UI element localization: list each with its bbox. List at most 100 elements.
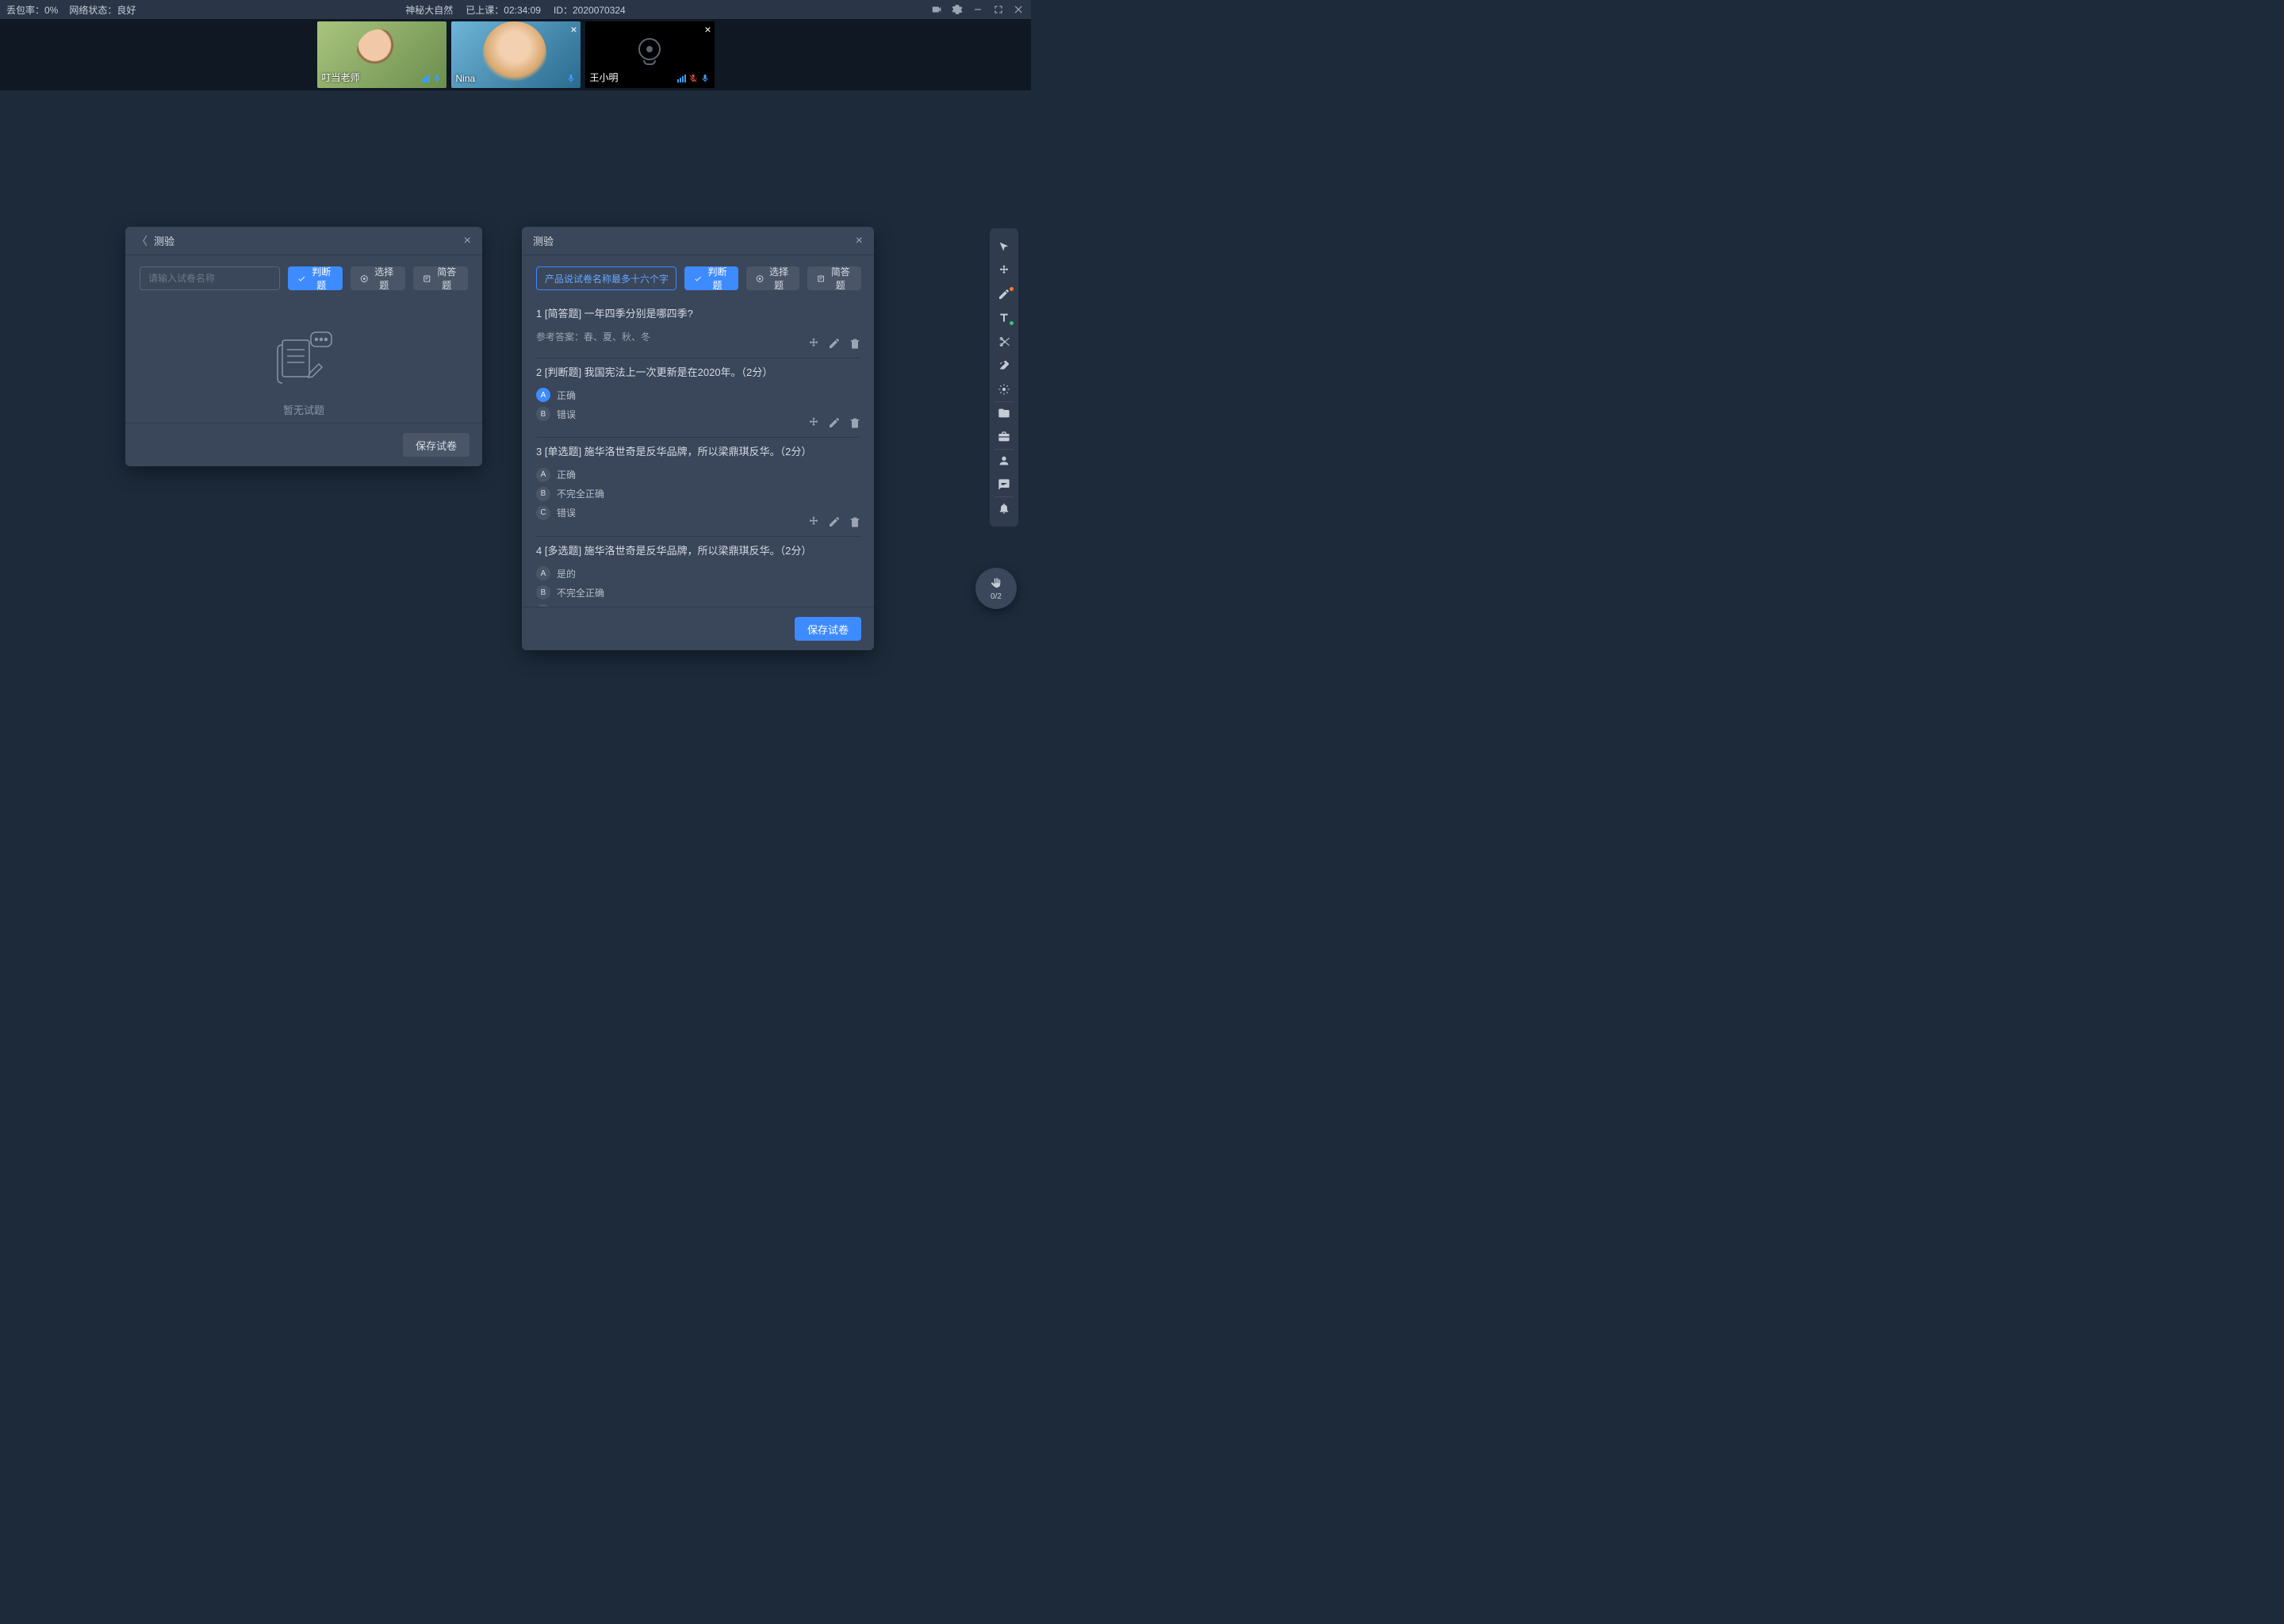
question-header: 2 [判断题] 我国宪法上一次更新是在2020年。（2分）: [536, 365, 861, 381]
panel-close-icon[interactable]: ×: [856, 234, 863, 248]
option-letter: A: [536, 388, 550, 402]
answer-option[interactable]: B 不完全正确: [536, 585, 861, 599]
video-strip: 叮当老师 × Nina × 王小明: [0, 19, 1031, 90]
signal-icon: [677, 75, 686, 82]
course-title: 神秘大自然: [405, 3, 453, 17]
cursor-tool[interactable]: [990, 235, 1018, 259]
option-text: 不完全正确: [557, 487, 604, 500]
minimize-icon[interactable]: [972, 4, 983, 15]
quiz-name-input[interactable]: [536, 266, 676, 290]
camera-toggle-icon[interactable]: [931, 4, 942, 15]
quiz-name-input[interactable]: [140, 266, 280, 290]
option-letter: C: [536, 604, 550, 607]
laser-tool[interactable]: [990, 377, 1018, 401]
question-header: 1 [简答题] 一年四季分别是哪四季?: [536, 306, 861, 322]
scissors-tool[interactable]: [990, 330, 1018, 354]
text-tool[interactable]: [990, 306, 1018, 330]
folder-tool[interactable]: [990, 401, 1018, 425]
answer-option[interactable]: A 是的: [536, 566, 861, 580]
elapsed-time: 已上课：02:34:09: [466, 3, 541, 17]
delete-icon[interactable]: [849, 337, 861, 350]
add-short-answer-button[interactable]: 简答题: [413, 266, 468, 290]
move-icon[interactable]: [807, 416, 820, 429]
settings-icon[interactable]: [952, 4, 963, 15]
option-text: 错误: [557, 408, 576, 421]
mic-icon: [566, 74, 576, 83]
move-icon[interactable]: [807, 337, 820, 350]
participant-name: 叮当老师: [322, 71, 360, 84]
edit-icon[interactable]: [828, 416, 841, 429]
raise-hand-count: 0/2: [991, 592, 1002, 601]
add-choice-button[interactable]: 选择题: [351, 266, 405, 290]
signal-icon: [421, 75, 430, 82]
question-item: 4 [多选题] 施华洛世奇是反华品牌，所以梁鼎琪反华。（2分） A 是的 B 不完全正确…: [536, 537, 861, 607]
panel-title: 测验: [533, 233, 554, 248]
chat-tool[interactable]: [990, 473, 1018, 496]
network-status-label: 网络状态：良好: [69, 3, 136, 17]
tile-close-icon[interactable]: ×: [570, 23, 577, 36]
option-letter: B: [536, 585, 550, 599]
packet-loss-label: 丢包率：0%: [6, 3, 58, 17]
answer-option[interactable]: A 正确: [536, 468, 861, 482]
option-letter: A: [536, 468, 550, 482]
option-text: 是的: [557, 567, 576, 580]
add-judge-button[interactable]: 判断题: [288, 266, 343, 290]
option-text: 不完全正确: [557, 586, 604, 599]
move-tool[interactable]: [990, 259, 1018, 282]
answer-option[interactable]: B 不完全正确: [536, 487, 861, 501]
panel-close-icon[interactable]: ×: [464, 234, 471, 248]
edit-icon[interactable]: [828, 515, 841, 528]
option-text: 正确: [557, 468, 576, 481]
toolbox-tool[interactable]: [990, 425, 1018, 449]
eraser-tool[interactable]: [990, 354, 1018, 377]
question-item: 3 [单选题] 施华洛世奇是反华品牌，所以梁鼎琪反华。（2分） A 正确 B 不完全正确…: [536, 438, 861, 537]
bell-tool[interactable]: [990, 496, 1018, 520]
mic-icon: [700, 74, 710, 83]
question-item: 2 [判断题] 我国宪法上一次更新是在2020年。（2分） A 正确 B 错误: [536, 358, 861, 439]
add-judge-button[interactable]: 判断题: [684, 266, 738, 290]
tools-toolbar: [990, 228, 1018, 527]
delete-icon[interactable]: [849, 416, 861, 429]
quiz-panel-empty: 〈 测验 × 判断题 选择题 简答题 暂无试题 保存试卷: [125, 227, 482, 466]
tile-close-icon[interactable]: ×: [704, 23, 711, 36]
option-letter: B: [536, 487, 550, 501]
quiz-panel-filled: 测验 × 判断题 选择题 简答题 1 [简答题] 一年四季分别是哪四季?参考答案…: [522, 227, 874, 650]
option-letter: C: [536, 506, 550, 520]
empty-state: 暂无试题: [140, 300, 468, 423]
pen-tool[interactable]: [990, 282, 1018, 306]
option-text: 错误: [557, 506, 576, 519]
video-tile-student[interactable]: × Nina: [451, 21, 581, 88]
session-id: ID：2020070324: [554, 3, 626, 17]
users-tool[interactable]: [990, 449, 1018, 473]
option-text: 正确: [557, 389, 576, 402]
option-letter: A: [536, 566, 550, 580]
answer-option[interactable]: A 正确: [536, 388, 861, 402]
camera-off-icon: [638, 38, 661, 60]
mic-muted-icon: [688, 74, 698, 83]
back-icon[interactable]: 〈: [136, 233, 148, 249]
add-short-answer-button[interactable]: 简答题: [807, 266, 861, 290]
video-tile-teacher[interactable]: 叮当老师: [317, 21, 446, 88]
raise-hand-badge[interactable]: 0/2: [975, 568, 1017, 609]
close-icon[interactable]: [1014, 4, 1025, 15]
empty-illustration-icon: [268, 326, 339, 389]
save-quiz-button[interactable]: 保存试卷: [795, 617, 861, 641]
delete-icon[interactable]: [849, 515, 861, 528]
title-bar: 丢包率：0% 网络状态：良好 神秘大自然 已上课：02:34:09 ID：202…: [0, 0, 1031, 19]
maximize-icon[interactable]: [993, 4, 1004, 15]
edit-icon[interactable]: [828, 337, 841, 350]
add-choice-button[interactable]: 选择题: [746, 266, 800, 290]
option-letter: B: [536, 407, 550, 421]
video-tile-student[interactable]: × 王小明: [585, 21, 715, 88]
move-icon[interactable]: [807, 515, 820, 528]
panel-title: 测验: [154, 233, 174, 248]
save-quiz-button[interactable]: 保存试卷: [403, 433, 469, 457]
option-text: 错误: [557, 605, 576, 607]
question-header: 3 [单选题] 施华洛世奇是反华品牌，所以梁鼎琪反华。（2分）: [536, 444, 861, 460]
participant-name: 王小明: [590, 71, 619, 84]
question-header: 4 [多选题] 施华洛世奇是反华品牌，所以梁鼎琪反华。（2分）: [536, 543, 861, 559]
mic-icon: [432, 74, 442, 83]
participant-name: Nina: [456, 73, 476, 84]
answer-option[interactable]: C 错误: [536, 604, 861, 607]
question-item: 1 [简答题] 一年四季分别是哪四季?参考答案：春、夏、秋、冬: [536, 300, 861, 358]
